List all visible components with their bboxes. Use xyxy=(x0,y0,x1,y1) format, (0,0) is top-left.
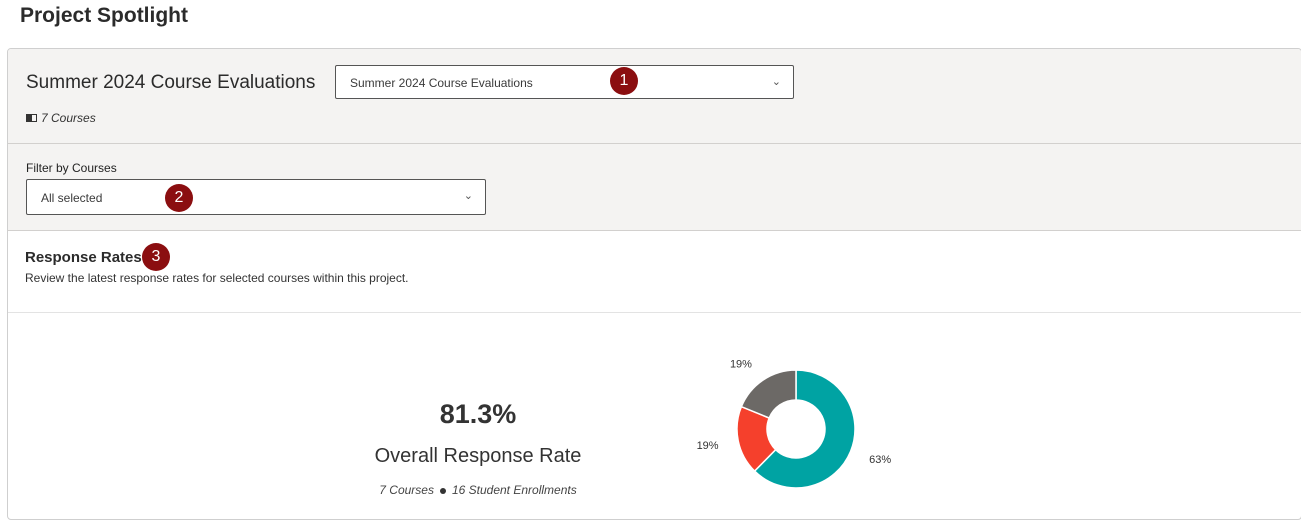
filter-label: Filter by Courses xyxy=(26,161,117,175)
donut-label-0: 63% xyxy=(869,454,891,466)
response-rate-donut-chart: 63% 19% 19% xyxy=(697,358,891,489)
chevron-down-icon: ⌄ xyxy=(463,190,473,202)
project-select[interactable]: Summer 2024 Course Evaluations ⌄ xyxy=(335,65,794,99)
summary-courses: 7 Courses xyxy=(379,483,434,497)
course-filter-select[interactable]: All selected ⌄ xyxy=(26,179,486,215)
summary-enrollments: 16 Student Enrollments xyxy=(451,483,577,497)
course-count: 7 Courses xyxy=(26,111,96,125)
dot-separator xyxy=(439,487,446,494)
project-select-value: Summer 2024 Course Evaluations xyxy=(350,76,533,90)
response-rates-description: Review the latest response rates for sel… xyxy=(25,271,409,285)
project-title: Summer 2024 Course Evaluations xyxy=(26,72,316,93)
response-rate-summary: 7 Courses 16 Student Enrollments xyxy=(328,483,628,497)
divider xyxy=(8,312,1301,313)
page-title: Project Spotlight xyxy=(20,4,188,27)
callout-badge-1: 1 xyxy=(610,67,638,95)
callout-badge-2: 2 xyxy=(165,184,193,212)
course-count-text: 7 Courses xyxy=(41,111,96,125)
callout-badge-3: 3 xyxy=(142,243,170,271)
project-header: Summer 2024 Course Evaluations Summer 20… xyxy=(8,49,1301,144)
book-icon xyxy=(26,114,37,123)
project-card: Summer 2024 Course Evaluations Summer 20… xyxy=(7,48,1301,520)
response-rates-title: Response Rates xyxy=(25,249,142,266)
donut-label-1: 19% xyxy=(697,440,719,452)
overall-response-rate-value: 81.3% xyxy=(439,399,517,429)
donut-label-2: 19% xyxy=(730,358,752,370)
overall-response-rate-label: Overall Response Rate xyxy=(374,445,582,467)
filter-select-value: All selected xyxy=(41,191,103,205)
filter-panel: Filter by Courses All selected ⌄ 2 xyxy=(8,144,1301,231)
chevron-down-icon: ⌄ xyxy=(771,76,781,88)
